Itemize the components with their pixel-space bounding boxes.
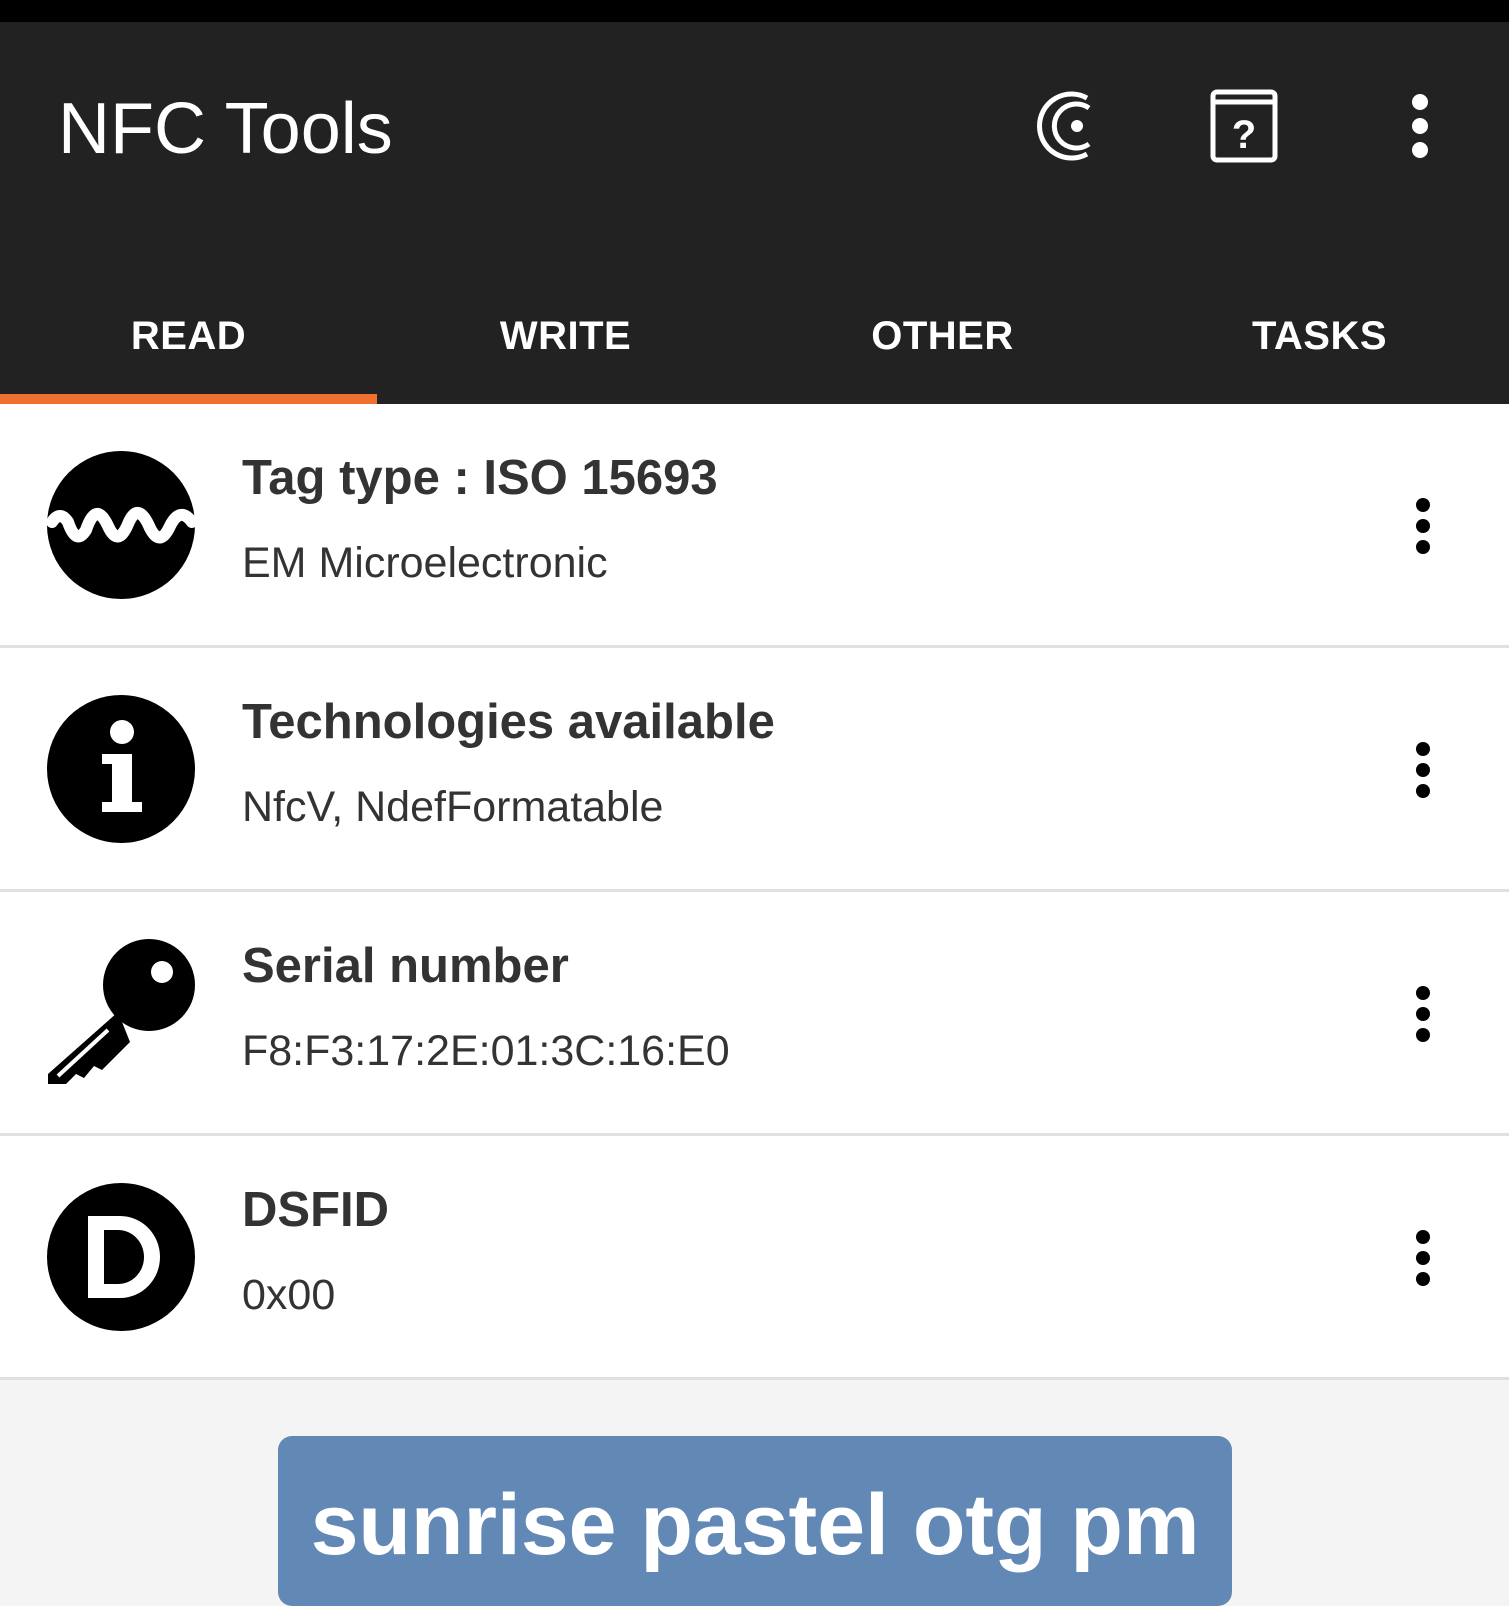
svg-text:?: ? [1232,113,1256,157]
row-menu-icon[interactable] [1393,974,1453,1054]
help-book-icon[interactable]: ? [1204,86,1284,166]
dsfid-value: 0x00 [242,1271,336,1319]
nfc-c-icon[interactable] [1026,86,1106,166]
technologies-title: Technologies available [242,695,775,749]
caption-banner: sunrise pastel otg pm [278,1436,1232,1606]
serial-number-title: Serial number [242,939,569,993]
tag-info-list: Tag type : ISO 15693 EM Microelectronic … [0,404,1509,1380]
row-menu-icon[interactable] [1393,730,1453,810]
d-letter-icon [46,1182,196,1332]
app-bar: NFC Tools ? READ WRITE OTHER TASKS [0,22,1509,404]
tab-write[interactable]: WRITE [377,268,754,404]
row-menu-icon[interactable] [1393,486,1453,566]
tab-write-label: WRITE [499,313,632,358]
list-item-dsfid[interactable]: DSFID 0x00 [0,1136,1509,1380]
list-item-serial-number[interactable]: Serial number F8:F3:17:2E:01:3C:16:E0 [0,892,1509,1136]
info-icon [46,694,196,844]
technologies-value: NfcV, NdefFormatable [242,783,664,831]
tab-other[interactable]: OTHER [754,268,1131,404]
caption-text: sunrise pastel otg pm [310,1476,1200,1573]
tab-read-label: READ [130,313,247,358]
tab-tasks-label: TASKS [1251,313,1388,358]
tab-read[interactable]: READ [0,268,377,404]
tab-tasks[interactable]: TASKS [1131,268,1508,404]
tab-bar: READ WRITE OTHER TASKS [0,268,1509,404]
overflow-menu-icon[interactable] [1380,86,1460,166]
wave-icon [46,450,198,600]
app-title: NFC Tools [58,89,393,169]
row-menu-icon[interactable] [1393,1218,1453,1298]
tag-type-value: EM Microelectronic [242,539,608,587]
serial-number-value: F8:F3:17:2E:01:3C:16:E0 [242,1027,730,1075]
list-item-tag-type[interactable]: Tag type : ISO 15693 EM Microelectronic [0,404,1509,648]
active-tab-indicator [0,394,377,404]
key-icon [46,938,196,1088]
tab-other-label: OTHER [871,313,1014,358]
status-bar [0,0,1509,22]
list-item-technologies[interactable]: Technologies available NfcV, NdefFormata… [0,648,1509,892]
dsfid-title: DSFID [242,1183,389,1237]
tag-type-title: Tag type : ISO 15693 [242,451,718,505]
